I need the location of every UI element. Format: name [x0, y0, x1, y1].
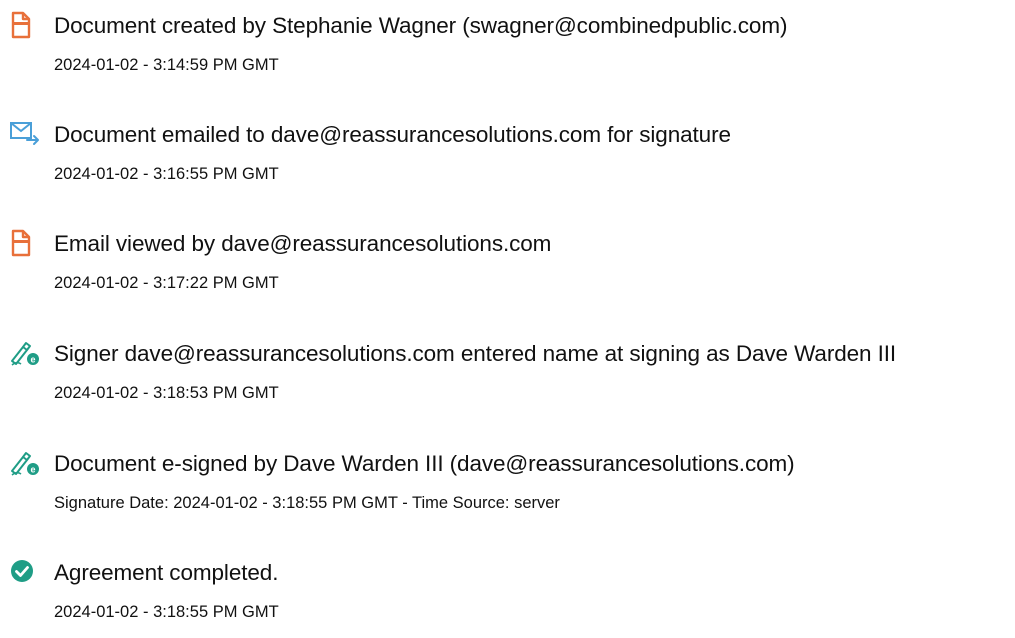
event-title: Signer dave@reassurancesolutions.com ent… — [54, 341, 897, 366]
event-agreement-completed: Agreement completed. 2024-01-02 - 3:18:5… — [0, 558, 1015, 638]
event-title: Agreement completed. — [54, 560, 279, 585]
event-title: Document emailed to dave@reassurancesolu… — [54, 122, 731, 147]
signature-pen-icon: e — [9, 449, 41, 477]
event-email-viewed: Email viewed by dave@reassurancesolution… — [0, 229, 1015, 309]
event-title: Document created by Stephanie Wagner (sw… — [54, 13, 788, 38]
event-timestamp: 2024-01-02 - 3:18:55 PM GMT — [54, 603, 279, 621]
event-timestamp: 2024-01-02 - 3:14:59 PM GMT — [54, 56, 279, 74]
event-signer-entered-name: e Signer dave@reassurancesolutions.com e… — [0, 339, 1015, 419]
event-timestamp: 2024-01-02 - 3:18:53 PM GMT — [54, 384, 279, 402]
event-title: Document e-signed by Dave Warden III (da… — [54, 451, 795, 476]
checkmark-circle-icon — [9, 558, 41, 586]
svg-text:e: e — [30, 465, 35, 475]
document-icon — [9, 11, 41, 39]
event-signature-date: Signature Date: 2024-01-02 - 3:18:55 PM … — [54, 494, 560, 512]
signature-pen-icon: e — [9, 339, 41, 367]
event-document-created: Document created by Stephanie Wagner (sw… — [0, 11, 1015, 91]
event-timestamp: 2024-01-02 - 3:17:22 PM GMT — [54, 274, 279, 292]
event-document-emailed: Document emailed to dave@reassurancesolu… — [0, 120, 1015, 200]
event-document-esigned: e Document e-signed by Dave Warden III (… — [0, 449, 1015, 529]
svg-text:e: e — [30, 355, 35, 365]
event-timestamp: 2024-01-02 - 3:16:55 PM GMT — [54, 165, 279, 183]
email-icon — [9, 120, 41, 148]
document-icon — [9, 229, 41, 257]
event-title: Email viewed by dave@reassurancesolution… — [54, 231, 552, 256]
